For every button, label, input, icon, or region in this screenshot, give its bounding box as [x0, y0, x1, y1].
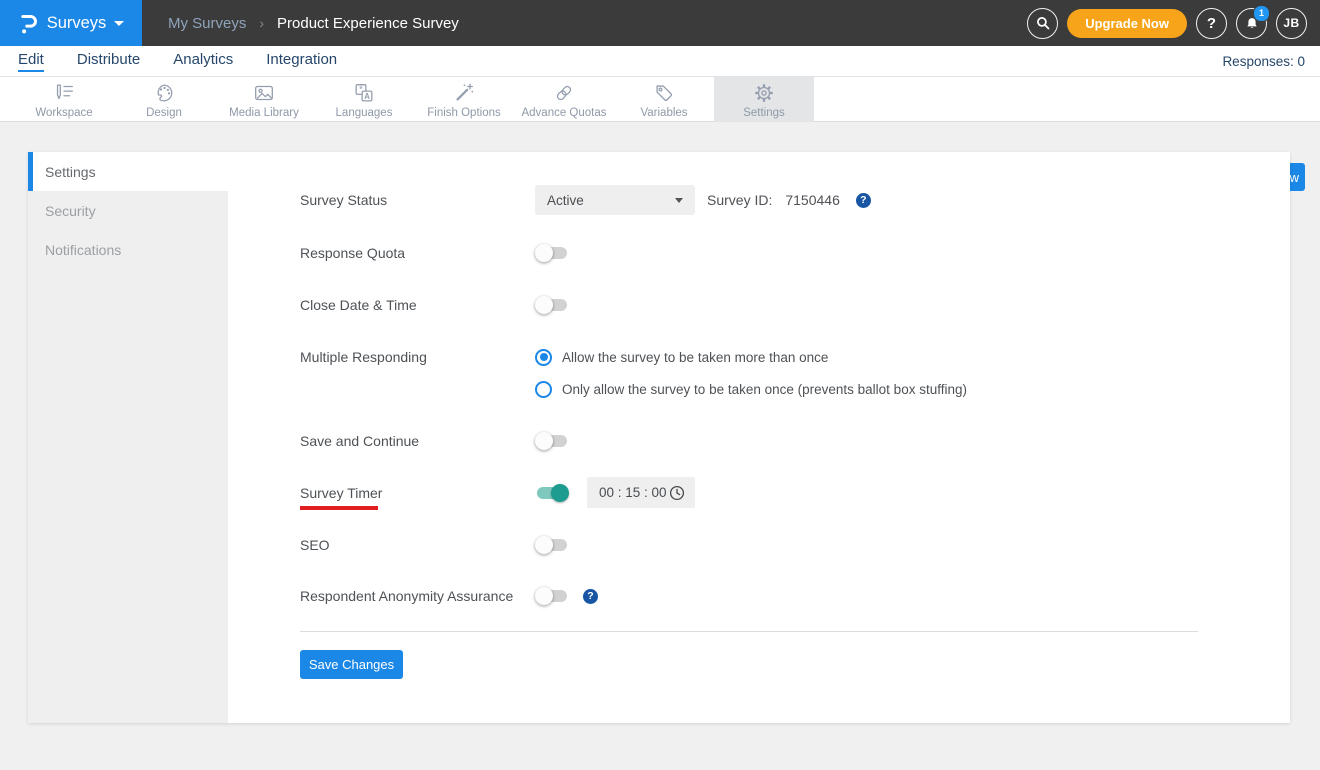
tab-analytics[interactable]: Analytics: [173, 51, 233, 72]
multiple-responding-label: Multiple Responding: [300, 349, 427, 365]
toolbar-item-advance-quotas[interactable]: Advance Quotas: [514, 77, 614, 122]
notifications-button[interactable]: 1: [1236, 4, 1270, 39]
workspace-icon: [52, 81, 76, 105]
header-actions: Upgrade Now ? 1 JB: [1027, 0, 1307, 46]
settings-sidebar: Settings Security Notifications: [28, 152, 228, 723]
survey-id-help-icon[interactable]: ?: [855, 192, 871, 208]
survey-timer-annotation-underline: [300, 506, 378, 510]
multiple-responding-option2-row: Only allow the survey to be taken once (…: [300, 379, 967, 399]
languages-icon: * A: [352, 81, 376, 105]
clock-icon: [669, 485, 685, 500]
svg-text:A: A: [364, 92, 370, 101]
survey-timer-label: Survey Timer: [300, 484, 383, 501]
radio-allow-multiple[interactable]: [535, 348, 552, 366]
design-icon: [152, 81, 176, 105]
product-name: Surveys: [46, 13, 107, 32]
close-date-label: Close Date & Time: [300, 297, 417, 313]
save-changes-button[interactable]: Save Changes: [300, 650, 403, 679]
survey-timer-duration-field[interactable]: 00 : 15 : 00: [587, 477, 695, 508]
close-date-toggle[interactable]: [535, 295, 569, 315]
save-and-continue-label: Save and Continue: [300, 433, 420, 449]
tab-integration[interactable]: Integration: [266, 51, 337, 72]
responses-count: Responses: 0: [1222, 53, 1305, 69]
anonymity-help-icon[interactable]: ?: [583, 588, 598, 604]
survey-timer-toggle[interactable]: [535, 483, 569, 503]
toolbar-item-design[interactable]: Design: [114, 77, 214, 122]
media-library-icon: [252, 81, 276, 105]
notification-count-badge: 1: [1253, 4, 1270, 22]
questionpro-settings-page: Surveys My Surveys › Product Experience …: [0, 0, 1320, 770]
tab-distribute[interactable]: Distribute: [77, 51, 140, 72]
search-icon: [1036, 17, 1050, 30]
survey-status-row: Survey Status Active Survey ID: 7150446 …: [300, 185, 871, 215]
save-and-continue-row: Save and Continue: [300, 431, 569, 451]
toolbar-item-settings[interactable]: Settings: [714, 77, 814, 122]
seo-toggle[interactable]: [535, 535, 569, 555]
edit-toolbar: Workspace Design Media Library * A Langu…: [0, 77, 1320, 191]
help-button[interactable]: ?: [1196, 7, 1227, 39]
survey-status-label: Survey Status: [300, 192, 388, 208]
radio-only-once[interactable]: [535, 380, 552, 398]
sidebar-item-security[interactable]: Security: [28, 191, 228, 230]
settings-content: Survey Status Active Survey ID: 7150446 …: [228, 152, 1290, 723]
advance-quotas-icon: [552, 81, 576, 105]
avatar[interactable]: JB: [1276, 7, 1307, 39]
response-quota-label: Response Quota: [300, 245, 406, 261]
search-button[interactable]: [1027, 7, 1059, 39]
content-divider: [300, 631, 1198, 632]
settings-card: Settings Security Notifications Survey S…: [28, 152, 1290, 723]
toolbar-item-workspace[interactable]: Workspace: [14, 77, 114, 122]
question-mark-icon: ?: [1206, 14, 1217, 32]
finish-options-icon: [452, 81, 476, 105]
survey-id-value: 7150446: [785, 192, 840, 208]
top-header: Surveys My Surveys › Product Experience …: [0, 0, 1320, 46]
close-date-row: Close Date & Time: [300, 295, 569, 315]
chevron-down-icon: [114, 20, 125, 26]
seo-row: SEO: [300, 535, 569, 555]
anonymity-label: Respondent Anonymity Assurance: [300, 588, 514, 604]
anonymity-toggle[interactable]: [535, 586, 569, 606]
multiple-responding-row: Multiple Responding Allow the survey to …: [300, 347, 828, 367]
toolbar-item-variables[interactable]: Variables: [614, 77, 714, 122]
radio-only-once-label: Only allow the survey to be taken once (…: [562, 381, 967, 397]
response-quota-toggle[interactable]: [535, 243, 569, 263]
breadcrumb-separator: ›: [259, 15, 265, 31]
breadcrumb-survey-title: Product Experience Survey: [277, 14, 459, 32]
survey-timer-row: Survey Timer 00 : 15 : 00: [300, 477, 695, 508]
upgrade-button[interactable]: Upgrade Now: [1067, 8, 1187, 38]
anonymity-row: Respondent Anonymity Assurance ?: [300, 586, 598, 606]
radio-allow-multiple-label: Allow the survey to be taken more than o…: [562, 349, 829, 365]
seo-label: SEO: [300, 537, 330, 553]
toolbar-item-media-library[interactable]: Media Library: [214, 77, 314, 122]
response-quota-row: Response Quota: [300, 243, 569, 263]
product-switcher[interactable]: Surveys: [0, 0, 142, 46]
sidebar-item-settings[interactable]: Settings: [28, 152, 228, 191]
sidebar-item-notifications[interactable]: Notifications: [28, 230, 228, 269]
primary-tabs: Edit Distribute Analytics Integration Re…: [0, 46, 1320, 77]
survey-timer-duration-value: 00 : 15 : 00: [599, 485, 667, 500]
variables-icon: [652, 81, 676, 105]
survey-status-select[interactable]: Active: [535, 185, 695, 215]
chevron-down-icon: [675, 197, 683, 203]
toolbar-item-finish-options[interactable]: Finish Options: [414, 77, 514, 122]
survey-id-label: Survey ID:: [707, 192, 773, 208]
save-and-continue-toggle[interactable]: [535, 431, 569, 451]
breadcrumb: My Surveys › Product Experience Survey: [168, 0, 459, 46]
breadcrumb-my-surveys[interactable]: My Surveys: [168, 15, 246, 32]
survey-status-value: Active: [547, 192, 584, 208]
toolbar-item-languages[interactable]: * A Languages: [314, 77, 414, 122]
settings-icon: [752, 81, 776, 105]
tab-edit[interactable]: Edit: [18, 51, 44, 72]
questionpro-logo-icon: [21, 14, 37, 33]
